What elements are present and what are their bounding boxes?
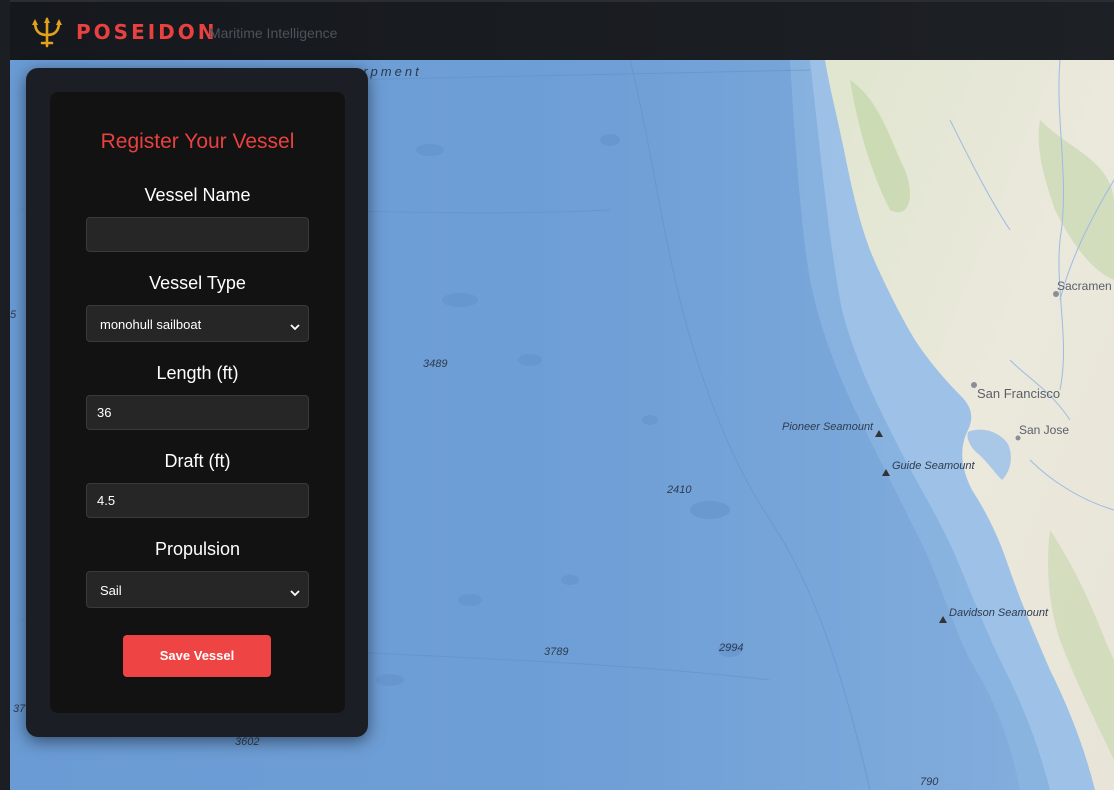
map-label-davidson-seamount: Davidson Seamount: [949, 607, 1049, 619]
map-label-san-francisco: San Francisco: [977, 386, 1061, 401]
propulsion-label: Propulsion: [154, 539, 241, 559]
save-vessel-button[interactable]: Save Vessel: [123, 635, 271, 677]
map-label-depth: 2994: [719, 642, 744, 654]
propulsion-value: Sail: [100, 583, 122, 598]
top-navbar: POSEIDON Maritime Intelligence: [10, 0, 1114, 60]
vessel-name-label: Vessel Name: [144, 185, 251, 205]
map-label-depth: 3489: [423, 358, 448, 370]
trident-icon: [30, 16, 64, 48]
map-label-sacramento: Sacramen: [1057, 279, 1112, 293]
window-edge: [0, 0, 10, 790]
vessel-form-panel: Register Your Vessel Vessel Name Vessel …: [26, 68, 368, 737]
length-label: Length (ft): [156, 363, 239, 383]
draft-label: Draft (ft): [164, 451, 231, 471]
vessel-type-value: monohull sailboat: [100, 317, 202, 332]
draft-input[interactable]: [86, 483, 309, 518]
map-label-san-jose: San Jose: [1019, 423, 1070, 437]
map-label-depth: 5: [10, 309, 17, 321]
propulsion-select[interactable]: Sail: [86, 571, 309, 608]
brand-title[interactable]: POSEIDON: [76, 20, 218, 44]
chevron-down-icon: [290, 585, 300, 597]
length-input[interactable]: [86, 395, 309, 430]
form-title: Register Your Vessel: [100, 130, 295, 153]
map-label-guide-seamount: Guide Seamount: [892, 460, 975, 472]
map-label-depth: 790: [920, 776, 939, 788]
map-label-depth: 3789: [544, 646, 569, 658]
vessel-type-label: Vessel Type: [149, 273, 246, 293]
vessel-form: Register Your Vessel Vessel Name Vessel …: [50, 92, 345, 713]
map-label-depth: 37: [13, 703, 26, 715]
vessel-name-input[interactable]: [86, 217, 309, 252]
brand-tagline: Maritime Intelligence: [209, 25, 338, 41]
map-label-depth: 3602: [235, 736, 260, 748]
vessel-type-select[interactable]: monohull sailboat: [86, 305, 309, 342]
map-label-depth: 2410: [667, 484, 692, 496]
map-label-pioneer-seamount: Pioneer Seamount: [782, 421, 874, 433]
chevron-down-icon: [290, 319, 300, 331]
